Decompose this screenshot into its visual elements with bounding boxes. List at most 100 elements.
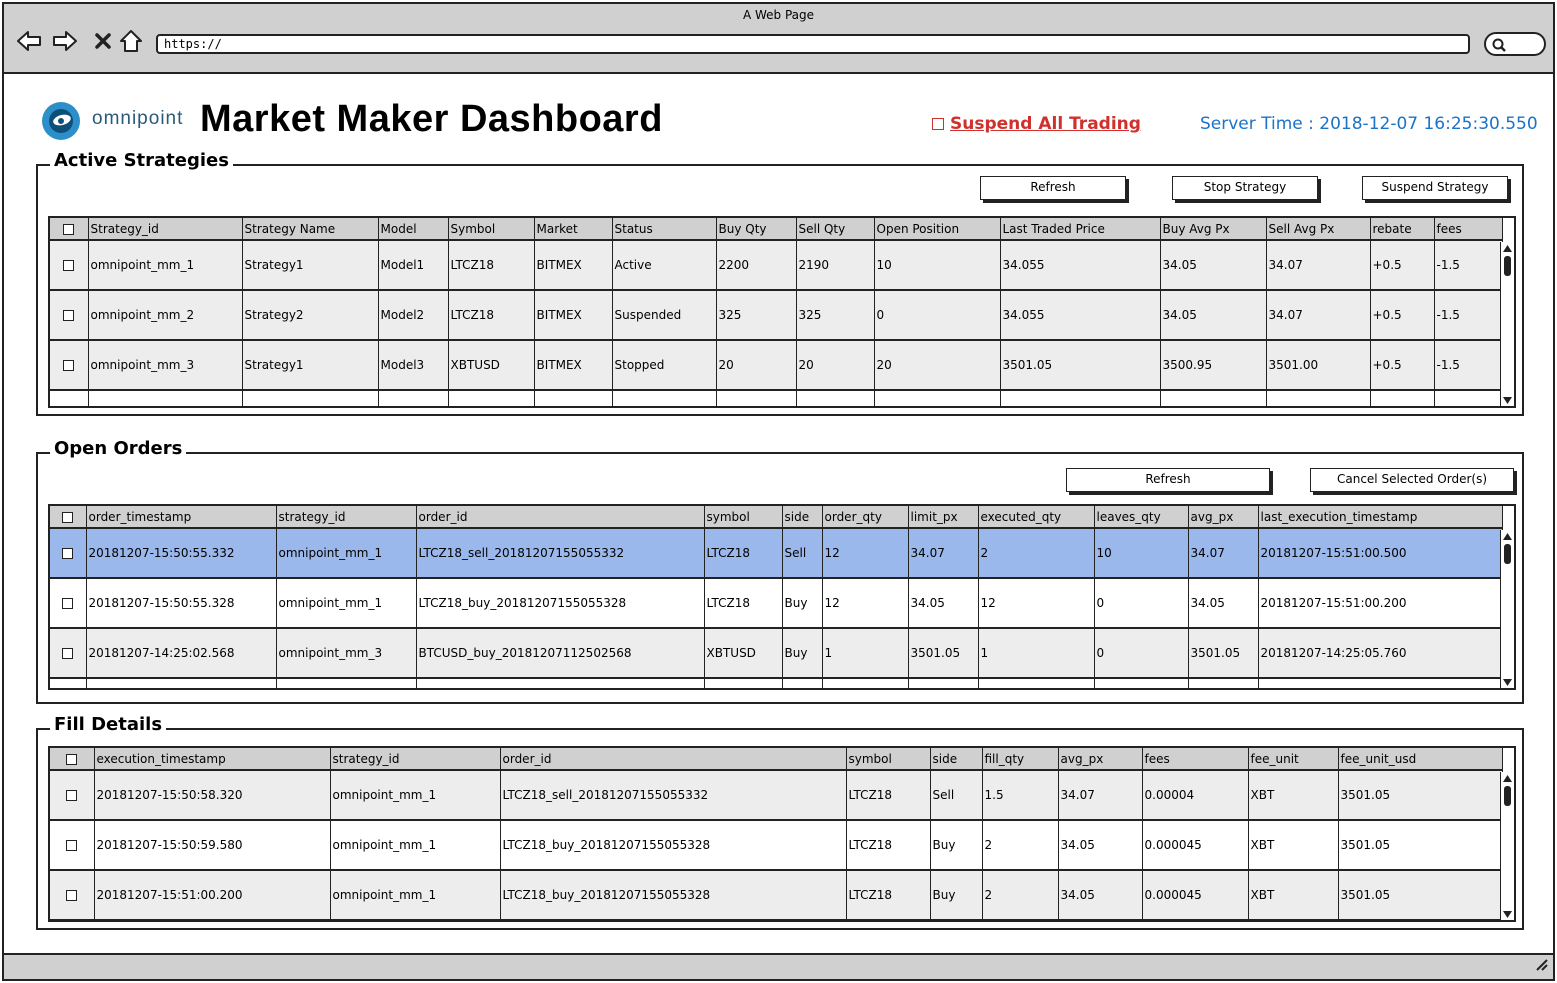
column-header[interactable]: limit_px bbox=[908, 506, 979, 529]
row-checkbox[interactable] bbox=[50, 290, 89, 341]
forward-arrow-icon[interactable] bbox=[52, 28, 78, 54]
fill-row[interactable]: 20181207-15:50:59.580 omnipoint_mm_1 LTCZ1… bbox=[50, 820, 1503, 871]
table-cell: BTCUSD_buy_20181207112502568 bbox=[416, 628, 705, 679]
resize-grip-icon[interactable] bbox=[1533, 956, 1549, 976]
column-header[interactable]: avg_px bbox=[1188, 506, 1259, 529]
column-header[interactable]: executed_qty bbox=[978, 506, 1095, 529]
column-header[interactable]: order_qty bbox=[822, 506, 909, 529]
table-cell: 3501.05 bbox=[1338, 770, 1503, 821]
table-cell: Stopped bbox=[612, 340, 717, 391]
scroll-down-icon[interactable] bbox=[1501, 676, 1514, 688]
scroll-thumb[interactable] bbox=[1504, 786, 1511, 806]
row-checkbox[interactable] bbox=[50, 340, 89, 391]
table-cell: 12 bbox=[822, 578, 909, 629]
column-header[interactable]: Model bbox=[378, 218, 449, 241]
column-header[interactable]: side bbox=[782, 506, 823, 529]
column-header[interactable]: last_execution_timestamp bbox=[1258, 506, 1503, 529]
column-header[interactable]: avg_px bbox=[1058, 748, 1143, 771]
column-header[interactable]: fee_unit_usd bbox=[1338, 748, 1503, 771]
back-arrow-icon[interactable] bbox=[16, 28, 42, 54]
column-header[interactable]: symbol bbox=[704, 506, 783, 529]
table-cell: 34.07 bbox=[908, 528, 979, 579]
scroll-thumb[interactable] bbox=[1504, 256, 1511, 276]
home-icon[interactable] bbox=[118, 28, 144, 54]
scroll-up-icon[interactable] bbox=[1501, 772, 1514, 784]
suspend-all-trading-link[interactable]: Suspend All Trading bbox=[932, 114, 1141, 134]
suspend-strategy-button[interactable]: Suspend Strategy bbox=[1362, 176, 1508, 200]
column-header[interactable]: side bbox=[930, 748, 983, 771]
column-header[interactable]: Market bbox=[534, 218, 613, 241]
fill-row[interactable]: 20181207-15:50:58.320 omnipoint_mm_1 LTCZ1… bbox=[50, 770, 1503, 821]
column-header[interactable]: order_timestamp bbox=[86, 506, 277, 529]
column-header[interactable]: Last Traded Price bbox=[1000, 218, 1161, 241]
column-header[interactable]: strategy_id bbox=[276, 506, 417, 529]
column-header[interactable]: Buy Avg Px bbox=[1160, 218, 1267, 241]
table-cell-empty bbox=[50, 390, 89, 406]
column-header[interactable]: Buy Qty bbox=[716, 218, 797, 241]
strategies-refresh-button[interactable]: Refresh bbox=[980, 176, 1126, 200]
table-cell-empty bbox=[782, 678, 823, 688]
strategy-row[interactable]: omnipoint_mm_2 Strategy2 Model2 LTCZ18 BITME… bbox=[50, 290, 1503, 341]
column-header[interactable]: Status bbox=[612, 218, 717, 241]
table-cell: 20181207-15:51:00.200 bbox=[1258, 578, 1503, 629]
omnipoint-logo-icon bbox=[40, 100, 82, 142]
table-cell: 2 bbox=[982, 820, 1059, 871]
logo-text: omnipoint bbox=[92, 108, 184, 129]
scroll-thumb[interactable] bbox=[1504, 544, 1511, 564]
column-header[interactable]: fees bbox=[1434, 218, 1503, 241]
search-icon bbox=[1492, 38, 1506, 52]
column-header[interactable]: order_id bbox=[416, 506, 705, 529]
orders-scrollbar[interactable] bbox=[1500, 530, 1514, 688]
column-header[interactable]: Open Position bbox=[874, 218, 1001, 241]
column-header[interactable]: Sell Qty bbox=[796, 218, 875, 241]
suspend-all-checkbox[interactable] bbox=[932, 118, 944, 130]
column-header[interactable]: fee_unit bbox=[1248, 748, 1339, 771]
column-header[interactable]: fees bbox=[1142, 748, 1249, 771]
table-cell: omnipoint_mm_1 bbox=[276, 528, 417, 579]
row-checkbox[interactable] bbox=[50, 240, 89, 291]
order-row[interactable]: 20181207-14:25:02.568 omnipoint_mm_3 BTCUS… bbox=[50, 628, 1503, 679]
column-header[interactable]: Strategy Name bbox=[242, 218, 379, 241]
table-cell: 20 bbox=[874, 340, 1001, 391]
strategy-row[interactable]: omnipoint_mm_1 Strategy1 Model1 LTCZ18 BITME… bbox=[50, 240, 1503, 291]
column-header[interactable]: Symbol bbox=[448, 218, 535, 241]
fill-row[interactable]: 20181207-15:51:00.200 omnipoint_mm_1 LTCZ1… bbox=[50, 870, 1503, 920]
orders-refresh-button[interactable]: Refresh bbox=[1066, 468, 1270, 492]
close-x-icon[interactable] bbox=[90, 28, 116, 54]
stop-strategy-button[interactable]: Stop Strategy bbox=[1172, 176, 1318, 200]
column-header[interactable]: symbol bbox=[846, 748, 931, 771]
column-header[interactable]: order_id bbox=[500, 748, 847, 771]
strategies-scrollbar[interactable] bbox=[1500, 242, 1514, 406]
select-all-checkbox[interactable] bbox=[50, 218, 89, 241]
row-checkbox[interactable] bbox=[50, 578, 87, 629]
order-row[interactable]: 20181207-15:50:55.328 omnipoint_mm_1 LTCZ1… bbox=[50, 578, 1503, 629]
row-checkbox[interactable] bbox=[50, 870, 95, 920]
column-header[interactable]: rebate bbox=[1370, 218, 1435, 241]
column-header[interactable]: leaves_qty bbox=[1094, 506, 1189, 529]
table-cell: -1.5 bbox=[1434, 290, 1503, 341]
scroll-up-icon[interactable] bbox=[1501, 242, 1514, 254]
order-row[interactable]: 20181207-15:50:55.332 omnipoint_mm_1 LTCZ1… bbox=[50, 528, 1503, 579]
row-checkbox[interactable] bbox=[50, 770, 95, 821]
url-input[interactable]: https:// bbox=[156, 34, 1470, 54]
fills-scrollbar[interactable] bbox=[1500, 772, 1514, 920]
cancel-selected-orders-button[interactable]: Cancel Selected Order(s) bbox=[1310, 468, 1514, 492]
scroll-up-icon[interactable] bbox=[1501, 530, 1514, 542]
row-checkbox[interactable] bbox=[50, 528, 87, 579]
column-header[interactable]: Strategy_id bbox=[88, 218, 243, 241]
select-all-checkbox[interactable] bbox=[50, 748, 95, 771]
row-checkbox[interactable] bbox=[50, 628, 87, 679]
row-checkbox[interactable] bbox=[50, 820, 95, 871]
column-header[interactable]: execution_timestamp bbox=[94, 748, 331, 771]
table-cell: 3501.05 bbox=[1188, 628, 1259, 679]
scroll-down-icon[interactable] bbox=[1501, 394, 1514, 406]
column-header[interactable]: strategy_id bbox=[330, 748, 501, 771]
strategy-row[interactable]: omnipoint_mm_3 Strategy1 Model3 XBTUSD BITME… bbox=[50, 340, 1503, 391]
column-header[interactable]: Sell Avg Px bbox=[1266, 218, 1371, 241]
column-header[interactable]: fill_qty bbox=[982, 748, 1059, 771]
table-cell-empty bbox=[94, 920, 330, 922]
browser-search-field[interactable] bbox=[1484, 32, 1546, 56]
scroll-down-icon[interactable] bbox=[1501, 908, 1514, 920]
table-cell: 34.05 bbox=[1058, 870, 1143, 920]
select-all-checkbox[interactable] bbox=[50, 506, 87, 529]
